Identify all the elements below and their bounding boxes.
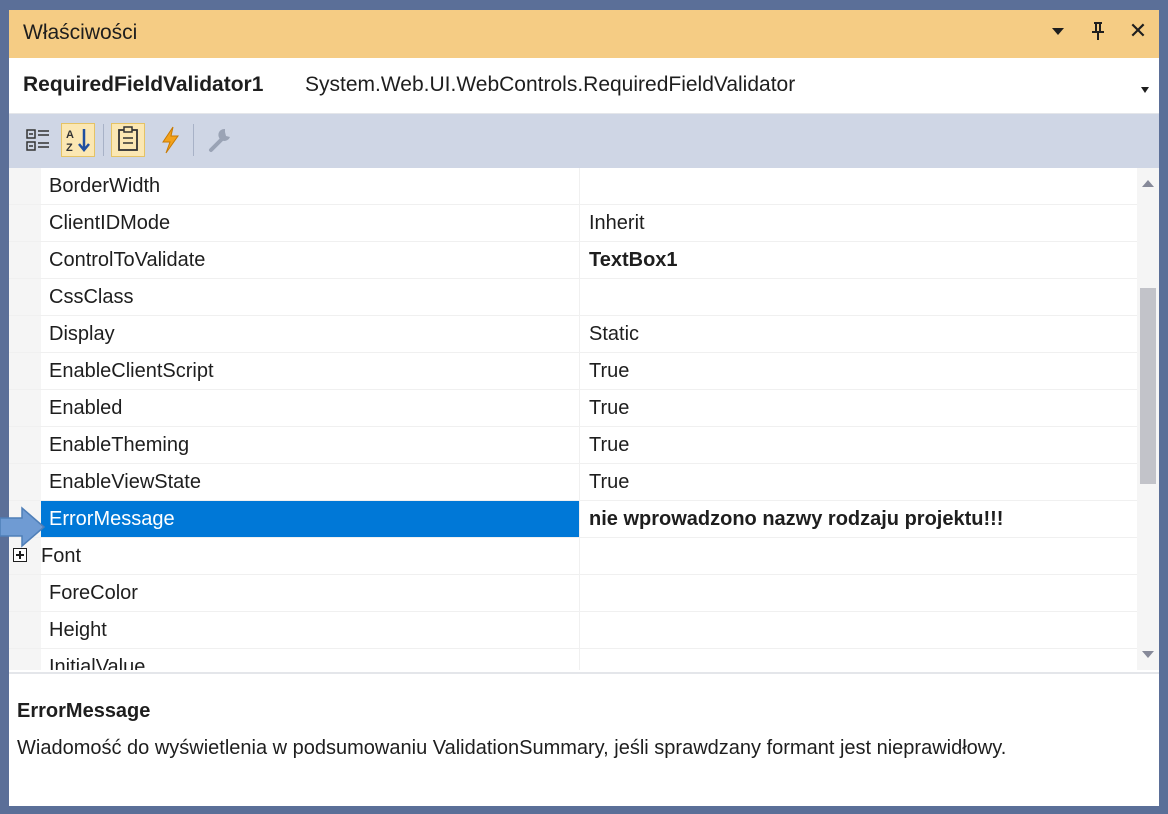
property-row[interactable]: EnableViewState True (9, 464, 1137, 501)
property-grid: BorderWidth ClientIDMode Inherit Control… (9, 168, 1159, 670)
title-controls: ✕ (1047, 18, 1149, 44)
property-name: Height (49, 619, 107, 641)
property-value[interactable]: Static (589, 323, 639, 346)
property-name: EnableTheming (49, 434, 190, 456)
property-name: Display (49, 323, 115, 345)
object-name: RequiredFieldValidator1 (23, 73, 264, 96)
property-row[interactable]: EnableTheming True (9, 427, 1137, 464)
alphabetical-icon[interactable]: A Z (61, 123, 95, 157)
property-name: BorderWidth (49, 175, 161, 197)
property-row-selected[interactable]: ErrorMessage nie wprowadzono nazwy rodza… (9, 501, 1137, 538)
scroll-up-icon[interactable] (1140, 176, 1156, 192)
events-icon[interactable] (153, 123, 187, 157)
properties-toolbar: A Z (9, 114, 1159, 168)
property-name: CssClass (49, 286, 134, 308)
property-value[interactable]: True (589, 471, 629, 494)
caret-down-icon[interactable] (1047, 20, 1069, 42)
window-title: Właściwości (23, 21, 138, 44)
property-name: ControlToValidate (49, 249, 206, 271)
property-value[interactable]: True (589, 360, 629, 383)
property-value[interactable]: TextBox1 (589, 249, 678, 272)
description-pane: ErrorMessage Wiadomość do wyświetlenia w… (9, 672, 1159, 806)
property-pages-icon[interactable] (203, 123, 237, 157)
categorized-icon[interactable] (21, 123, 55, 157)
title-bar: Właściwości ✕ (9, 10, 1159, 58)
property-row[interactable]: CssClass (9, 279, 1137, 316)
chevron-down-icon[interactable] (1139, 82, 1151, 100)
pin-icon[interactable] (1087, 20, 1109, 42)
property-name: InitialValue (49, 656, 146, 670)
svg-text:A: A (66, 129, 74, 141)
property-name: EnableClientScript (49, 360, 214, 382)
svg-text:Z: Z (66, 142, 73, 154)
property-name: Enabled (49, 397, 123, 419)
properties-panel: Właściwości ✕ RequiredFieldValidator1 Sy… (9, 10, 1159, 806)
property-row[interactable]: BorderWidth (9, 168, 1137, 205)
property-row[interactable]: Enabled True (9, 390, 1137, 427)
property-value[interactable]: nie wprowadzono nazwy rodzaju projektu!!… (589, 508, 1003, 531)
property-row[interactable]: ControlToValidate TextBox1 (9, 242, 1137, 279)
property-value[interactable]: Inherit (589, 212, 645, 235)
property-name: ErrorMessage (49, 508, 175, 530)
close-icon[interactable]: ✕ (1127, 18, 1149, 44)
description-text: Wiadomość do wyświetlenia w podsumowaniu… (17, 737, 1007, 759)
property-name: ForeColor (49, 582, 138, 604)
property-row[interactable]: InitialValue (9, 649, 1137, 670)
property-row[interactable]: ForeColor (9, 575, 1137, 612)
property-name: Font (41, 545, 82, 567)
property-name: EnableViewState (49, 471, 201, 493)
vertical-scrollbar[interactable] (1137, 168, 1159, 670)
property-value[interactable]: True (589, 434, 629, 457)
scrollbar-thumb[interactable] (1140, 288, 1156, 484)
properties-icon[interactable] (111, 123, 145, 157)
pointer-arrow-icon (0, 506, 46, 548)
description-title: ErrorMessage (17, 700, 151, 722)
property-row[interactable]: Display Static (9, 316, 1137, 353)
property-row[interactable]: Font (9, 538, 1137, 575)
object-type: System.Web.UI.WebControls.RequiredFieldV… (305, 73, 796, 96)
scroll-down-icon[interactable] (1140, 646, 1156, 662)
property-row[interactable]: EnableClientScript True (9, 353, 1137, 390)
property-row[interactable]: ClientIDMode Inherit (9, 205, 1137, 242)
object-selector[interactable]: RequiredFieldValidator1 System.Web.UI.We… (9, 58, 1159, 114)
property-value[interactable]: True (589, 397, 629, 420)
property-row[interactable]: Height (9, 612, 1137, 649)
property-name: ClientIDMode (49, 212, 171, 234)
